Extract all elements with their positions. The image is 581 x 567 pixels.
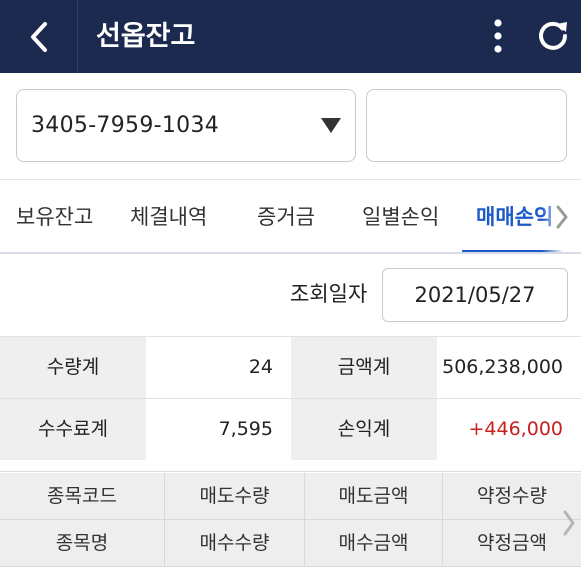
account-dropdown[interactable]: 3405-7959-1034	[16, 89, 356, 162]
col-header-sell-amount: 매도금액	[305, 473, 443, 520]
triangle-down-icon	[321, 118, 341, 133]
account-section: 3405-7959-1034	[0, 73, 581, 179]
section-gap	[0, 462, 581, 472]
account-name-field[interactable]	[366, 89, 567, 162]
account-number: 3405-7959-1034	[31, 113, 220, 138]
query-date-label: 조회일자	[290, 282, 368, 306]
app-header: 선옵잔고	[0, 0, 581, 73]
chevron-right-icon	[556, 205, 567, 228]
refresh-button[interactable]	[530, 14, 576, 58]
fee-total-value: 7,595	[146, 399, 291, 460]
page-title: 선옵잔고	[96, 21, 196, 52]
vertical-dots-icon	[494, 19, 502, 53]
col-header-sell-qty: 매도수량	[165, 473, 305, 520]
tab-margin[interactable]: 증거금	[257, 180, 315, 252]
col-header-code: 종목코드	[0, 473, 165, 520]
chevron-right-icon	[563, 510, 574, 536]
fee-total-label: 수수료계	[0, 399, 146, 460]
col-header-name: 종목명	[0, 520, 165, 567]
refresh-icon	[539, 21, 567, 50]
query-date-field[interactable]: 2021/05/27	[382, 268, 568, 322]
tab-executions[interactable]: 체결내역	[130, 180, 207, 252]
grid-scroll-right[interactable]	[556, 503, 581, 543]
amount-total-label: 금액계	[291, 337, 437, 398]
summary-table: 수량계 24 금액계 506,238,000 수수료계 7,595 손익계 +4…	[0, 336, 581, 462]
tab-holdings[interactable]: 보유잔고	[16, 180, 93, 252]
tab-bar: 보유잔고 체결내역 증거금 일별손익 매매손익	[0, 179, 581, 254]
qty-total-label: 수량계	[0, 337, 146, 398]
query-section: 조회일자 2021/05/27	[0, 254, 581, 336]
back-button[interactable]	[0, 0, 78, 73]
chevron-left-icon	[30, 21, 47, 52]
col-header-buy-qty: 매수수량	[165, 520, 305, 567]
tab-scroll-right[interactable]	[542, 180, 581, 252]
amount-total-value: 506,238,000	[437, 337, 581, 398]
pnl-total-value: +446,000	[437, 399, 581, 460]
col-header-buy-amount: 매수금액	[305, 520, 443, 567]
qty-total-value: 24	[146, 337, 291, 398]
column-header-grid: 종목코드 매도수량 매도금액 약정수량 종목명 매수수량 매수금액 약정금액	[0, 473, 581, 567]
pnl-total-label: 손익계	[291, 399, 437, 460]
tab-daily-pnl[interactable]: 일별손익	[362, 180, 439, 252]
more-menu-button[interactable]	[480, 14, 516, 58]
